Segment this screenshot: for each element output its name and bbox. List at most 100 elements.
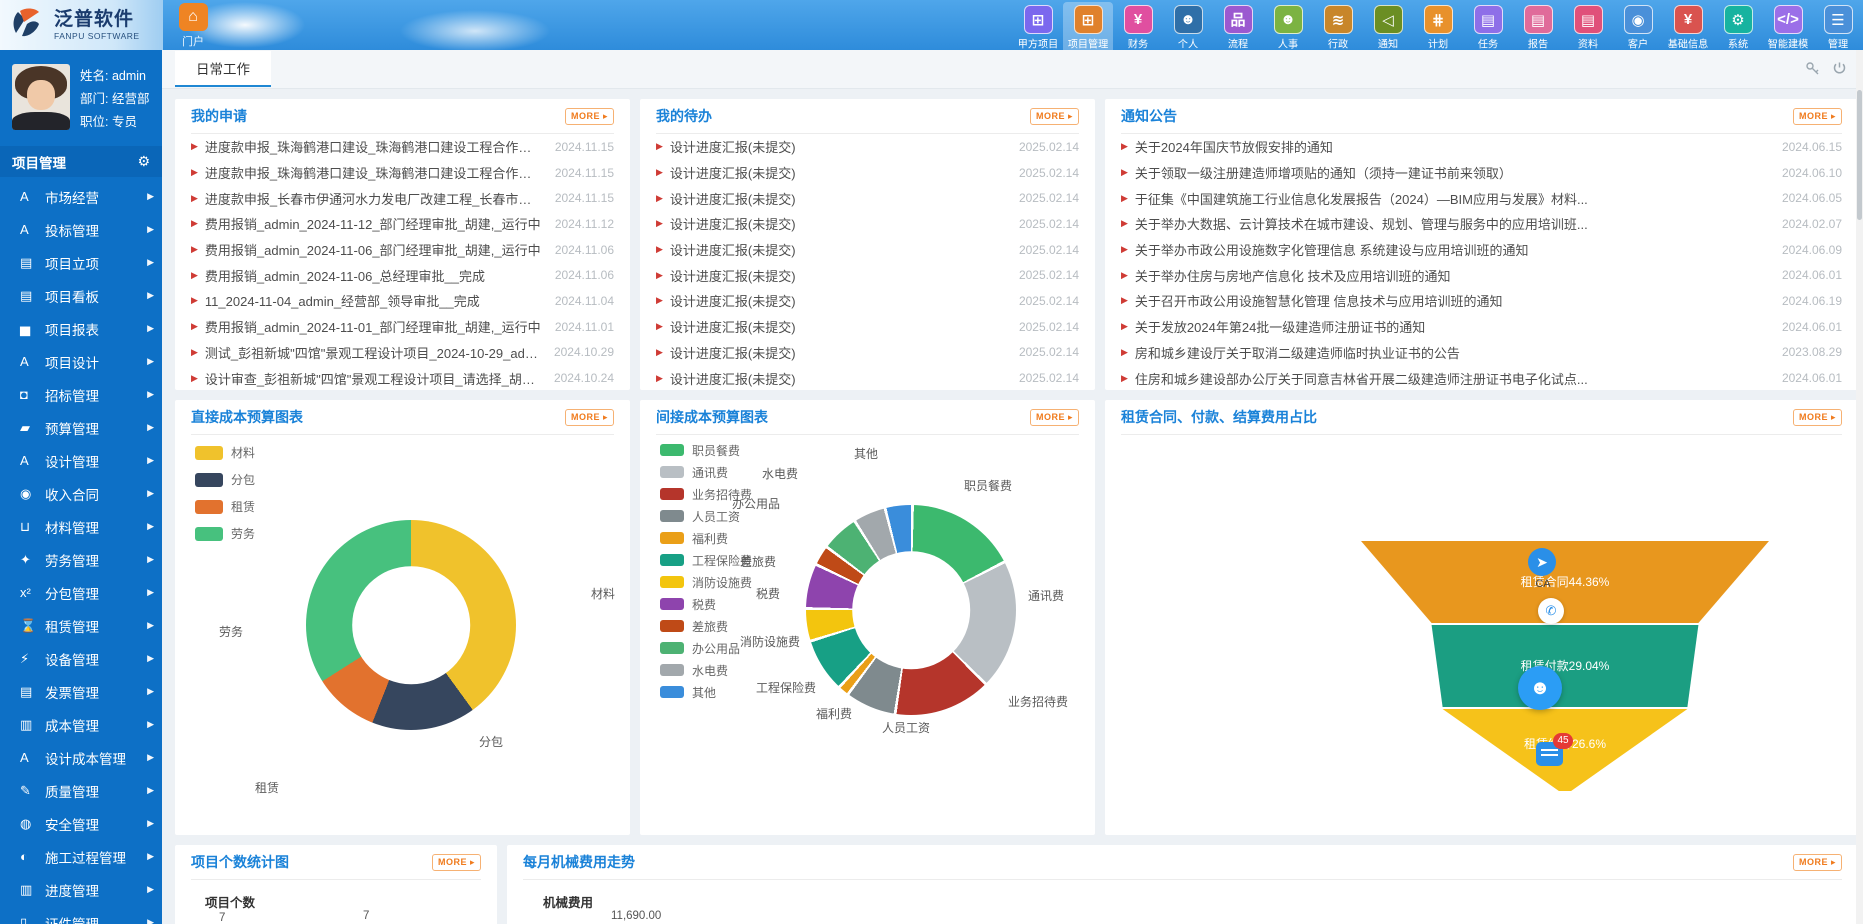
portal-button[interactable]: ⌂ 门户 [170,3,216,49]
top-module-item[interactable]: ▤ 资料 [1563,2,1613,54]
machine-cost-line-chart[interactable] [523,880,1833,924]
top-module-item[interactable]: ⚙ 系统 [1713,2,1763,54]
notice-list-item[interactable]: ▶ 住房和城乡建设部办公厅关于同意吉林省开展二级建造师注册证书电子化试点... … [1121,365,1842,390]
top-module-item[interactable]: ⊞ 项目管理 [1063,2,1113,54]
top-module-item[interactable]: ▤ 任务 [1463,2,1513,54]
key-icon[interactable] [1805,61,1820,76]
notice-list-item[interactable]: ▶ 于征集《中国建筑施工行业信息化发展报告（2024）—BIM应用与发展》材料.… [1121,185,1842,211]
top-module-item[interactable]: ≋ 行政 [1313,2,1363,54]
request-list-item[interactable]: ▶ 费用报销_admin_2024-11-12_部门经理审批_胡建,_运行中 2… [191,211,614,237]
vertical-scrollbar[interactable] [1856,50,1863,924]
more-button-my-requests[interactable]: MORE ▸ [565,108,614,125]
top-module-item[interactable]: 品 流程 [1213,2,1263,54]
request-list-item[interactable]: ▶ 进度款申报_长春市伊通河水力发电厂改建工程_长春市伊通河水力发电... 20… [191,185,614,211]
sidebar-menu-item[interactable]: ◘ 招标管理 ▶ [0,378,162,411]
legend-item[interactable]: 分包 [195,466,255,493]
top-module-item[interactable]: ¥ 基础信息 [1663,2,1713,54]
notice-list-item[interactable]: ▶ 房和城乡建设厅关于取消二级建造师临时执业证书的公告 2023.08.29 [1121,340,1842,366]
top-module-item[interactable]: ☰ 管理 [1813,2,1863,54]
more-button-machine-cost[interactable]: MORE ▸ [1793,854,1842,871]
request-list-item[interactable]: ▶ 11_2024-11-04_admin_经营部_领导审批__完成 2024.… [191,288,614,314]
sidebar-menu-item[interactable]: ▥ 进度管理 ▶ [0,873,162,906]
top-module-item[interactable]: ☻ 人事 [1263,2,1313,54]
sidebar-menu-item[interactable]: ▰ 预算管理 ▶ [0,411,162,444]
customer-service-icon[interactable]: ☻ [1518,666,1562,710]
project-count-line-chart[interactable] [191,880,481,924]
sidebar-menu-item[interactable]: ✦ 劳务管理 ▶ [0,543,162,576]
notice-list-item[interactable]: ▶ 关于领取一级注册建造师增项贴的通知（须持一建证书前来领取） 2024.06.… [1121,160,1842,186]
sidebar-menu-item[interactable]: x² 分包管理 ▶ [0,576,162,609]
lease-funnel-chart[interactable]: 租赁合同44.36% 租赁付款29.04% 租赁结算26.6% [1361,541,1769,793]
legend-item[interactable]: 通讯费 [660,461,752,483]
legend-item[interactable]: 水电费 [660,659,752,681]
top-module-item[interactable]: ▤ 报告 [1513,2,1563,54]
more-button-direct-cost[interactable]: MORE ▸ [565,409,614,426]
request-list-item[interactable]: ▶ 进度款申报_珠海鹤港口建设_珠海鹤港口建设工程合作协议书_admin_...… [191,134,614,160]
sidebar-menu-item[interactable]: ⌛ 租赁管理 ▶ [0,609,162,642]
legend-item[interactable]: 差旅费 [660,615,752,637]
todo-list-item[interactable]: ▶ 设计进度汇报(未提交) 2025.02.14 [656,160,1079,186]
sidebar-menu-item[interactable]: A 项目设计 ▶ [0,345,162,378]
todo-list-item[interactable]: ▶ 设计进度汇报(未提交) 2025.02.14 [656,314,1079,340]
more-button-indirect-cost[interactable]: MORE ▸ [1030,409,1079,426]
sidebar-menu-item[interactable]: ▅ 项目报表 ▶ [0,312,162,345]
indirect-cost-donut-chart[interactable] [806,505,1016,715]
gear-icon[interactable]: ⚙ [137,153,150,170]
top-module-item[interactable]: ⊞ 甲方项目 [1013,2,1063,54]
request-list-item[interactable]: ▶ 费用报销_admin_2024-11-06_总经理审批__完成 2024.1… [191,262,614,288]
direct-cost-donut-chart[interactable] [306,520,516,730]
legend-item[interactable]: 租赁 [195,493,255,520]
legend-item[interactable]: 职员餐费 [660,439,752,461]
legend-item[interactable]: 福利费 [660,527,752,549]
tab-daily-work[interactable]: 日常工作 [175,51,271,87]
sidebar-menu-item[interactable]: ▤ 发票管理 ▶ [0,675,162,708]
legend-item[interactable]: 劳务 [195,520,255,547]
top-module-item[interactable]: ◁ 通知 [1363,2,1413,54]
todo-list-item[interactable]: ▶ 设计进度汇报(未提交) 2025.02.14 [656,365,1079,390]
legend-item[interactable]: 消防设施费 [660,571,752,593]
notice-list-item[interactable]: ▶ 关于举办大数据、云计算技术在城市建设、规划、管理与服务中的应用培训班... … [1121,211,1842,237]
todo-list-item[interactable]: ▶ 设计进度汇报(未提交) 2025.02.14 [656,211,1079,237]
scrollbar-thumb[interactable] [1857,90,1862,220]
sidebar-menu-item[interactable]: ✎ 质量管理 ▶ [0,774,162,807]
notice-list-item[interactable]: ▶ 关于召开市政公用设施智慧化管理 信息技术与应用培训班的通知 2024.06.… [1121,288,1842,314]
sidebar-menu-item[interactable]: A 设计管理 ▶ [0,444,162,477]
sidebar-menu-item[interactable]: ⚡ 设备管理 ▶ [0,642,162,675]
legend-item[interactable]: 其他 [660,681,752,703]
legend-item[interactable]: 工程保险费 [660,549,752,571]
funnel-segment-payment[interactable]: 租赁付款29.04% [1361,625,1769,707]
exit-icon[interactable] [1832,61,1847,76]
request-list-item[interactable]: ▶ 进度款申报_珠海鹤港口建设_珠海鹤港口建设工程合作协议书_admin_...… [191,160,614,186]
notice-list-item[interactable]: ▶ 关于举办住房与房地产信息化 技术及应用培训班的通知 2024.06.01 [1121,262,1842,288]
funnel-segment-settlement[interactable]: 租赁结算26.6% [1361,709,1769,791]
legend-item[interactable]: 材料 [195,439,255,466]
sidebar-menu-item[interactable]: A 设计成本管理 ▶ [0,741,162,774]
top-module-item[interactable]: ◉ 客户 [1613,2,1663,54]
sidebar-menu-item[interactable]: A 投标管理 ▶ [0,213,162,246]
sidebar-menu-item[interactable]: A 市场经营 ▶ [0,180,162,213]
top-module-item[interactable]: ¥ 财务 [1113,2,1163,54]
request-list-item[interactable]: ▶ 测试_彭祖新城"四馆"景观工程设计项目_2024-10-29_admin_结… [191,340,614,366]
legend-item[interactable]: 办公用品 [660,637,752,659]
more-button-my-todos[interactable]: MORE ▸ [1030,108,1079,125]
notice-list-item[interactable]: ▶ 关于举办市政公用设施数字化管理信息 系统建设与应用培训班的通知 2024.0… [1121,237,1842,263]
notice-list-item[interactable]: ▶ 关于发放2024年第24批一级建造师注册证书的通知 2024.06.01 [1121,314,1842,340]
top-module-item[interactable]: </> 智能建模 [1763,2,1813,54]
legend-item[interactable]: 税费 [660,593,752,615]
sidebar-menu-item[interactable]: ⊔ 材料管理 ▶ [0,510,162,543]
phone-icon[interactable]: ✆ [1538,598,1564,624]
todo-list-item[interactable]: ▶ 设计进度汇报(未提交) 2025.02.14 [656,237,1079,263]
todo-list-item[interactable]: ▶ 设计进度汇报(未提交) 2025.02.14 [656,340,1079,366]
sidebar-menu-item[interactable]: ◍ 安全管理 ▶ [0,807,162,840]
more-button-notices[interactable]: MORE ▸ [1793,108,1842,125]
todo-list-item[interactable]: ▶ 设计进度汇报(未提交) 2025.02.14 [656,262,1079,288]
todo-list-item[interactable]: ▶ 设计进度汇报(未提交) 2025.02.14 [656,288,1079,314]
more-button-lease-funnel[interactable]: MORE ▸ [1793,409,1842,426]
more-button-project-count[interactable]: MORE ▸ [432,854,481,871]
request-list-item[interactable]: ▶ 费用报销_admin_2024-11-01_部门经理审批_胡建,_运行中 2… [191,314,614,340]
top-module-item[interactable]: ⋕ 计划 [1413,2,1463,54]
funnel-segment-contract[interactable]: 租赁合同44.36% [1361,541,1769,623]
notice-list-item[interactable]: ▶ 关于2024年国庆节放假安排的通知 2024.06.15 [1121,134,1842,160]
sidebar-menu-item[interactable]: ▥ 成本管理 ▶ [0,708,162,741]
request-list-item[interactable]: ▶ 设计审查_彭祖新城"四馆"景观工程设计项目_请选择_胡广生_2024-10-… [191,365,614,390]
